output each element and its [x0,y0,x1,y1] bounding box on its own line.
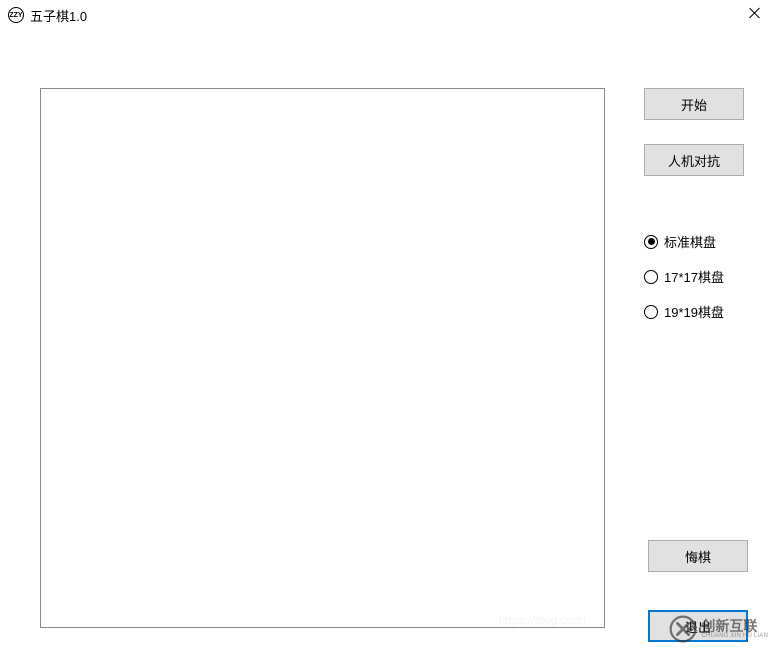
radio-label: 标准棋盘 [664,232,716,251]
start-button[interactable]: 开始 [644,88,744,120]
brand-text-en: CHUANG XIN HU LIAN [701,633,768,639]
radio-label: 17*17棋盘 [664,267,724,286]
radio-17-board[interactable]: 17*17棋盘 [644,267,748,286]
brand-text: 创新互联 CHUANG XIN HU LIAN [701,619,768,639]
window-title: 五子棋1.0 [30,6,87,25]
board-size-radio-group: 标准棋盘 17*17棋盘 19*19棋盘 [644,232,748,321]
board-canvas[interactable] [40,88,605,628]
brand-watermark: 创新互联 CHUANG XIN HU LIAN [669,615,768,643]
radio-icon [644,270,658,284]
radio-standard-board[interactable]: 标准棋盘 [644,232,748,251]
side-panel: 开始 人机对抗 标准棋盘 17*17棋盘 19*19棋盘 [644,88,748,321]
undo-button[interactable]: 悔棋 [648,540,748,572]
app-icon: ZZY [8,7,24,23]
close-icon[interactable] [748,6,762,20]
radio-icon [644,235,658,249]
brand-text-cn: 创新互联 [701,619,768,633]
brand-logo-icon [669,615,697,643]
radio-icon [644,305,658,319]
radio-label: 19*19棋盘 [664,302,724,321]
radio-19-board[interactable]: 19*19棋盘 [644,302,748,321]
titlebar: ZZY 五子棋1.0 [0,0,776,30]
mode-button[interactable]: 人机对抗 [644,144,744,176]
content-area: 开始 人机对抗 标准棋盘 17*17棋盘 19*19棋盘 悔棋 退出 https… [0,30,776,669]
